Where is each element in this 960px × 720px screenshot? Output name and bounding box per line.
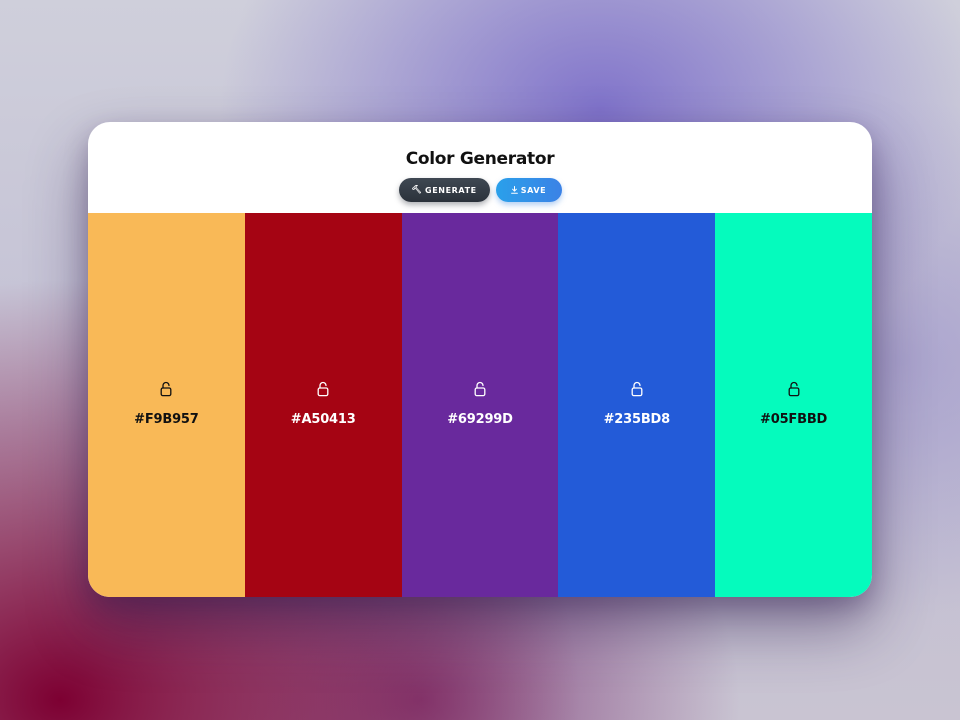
color-swatch[interactable]: #69299D [401,213,559,597]
color-hex-code[interactable]: #F9B957 [88,412,245,427]
header: Color Generator 🔨︎ GENERATE SAVE [88,122,872,213]
color-swatch[interactable]: #A50413 [244,213,402,597]
toolbar: 🔨︎ GENERATE SAVE [88,178,872,202]
color-generator-card: Color Generator 🔨︎ GENERATE SAVE #F9B957… [88,122,872,597]
save-label: SAVE [520,185,547,195]
download-icon [510,186,518,194]
color-swatch[interactable]: #F9B957 [88,213,245,597]
color-palette: #F9B957 #A50413 #69299D #235BD8 #05FBBD [88,213,872,597]
unlocked-lock-icon[interactable] [787,381,801,397]
color-hex-code[interactable]: #A50413 [245,412,402,427]
color-swatch[interactable]: #05FBBD [715,213,872,597]
unlocked-lock-icon[interactable] [473,381,487,397]
page-title: Color Generator [405,149,555,169]
color-hex-code[interactable]: #235BD8 [558,412,715,427]
unlocked-lock-icon[interactable] [159,381,173,397]
unlocked-lock-icon[interactable] [630,381,644,397]
generate-label: GENERATE [425,185,477,195]
save-button[interactable]: SAVE [495,178,562,202]
color-swatch[interactable]: #235BD8 [558,213,716,597]
unlocked-lock-icon[interactable] [316,381,330,397]
color-hex-code[interactable]: #69299D [402,412,559,427]
hammer-icon: 🔨︎ [411,185,423,194]
generate-button[interactable]: 🔨︎ GENERATE [398,178,490,202]
color-hex-code[interactable]: #05FBBD [715,412,872,427]
